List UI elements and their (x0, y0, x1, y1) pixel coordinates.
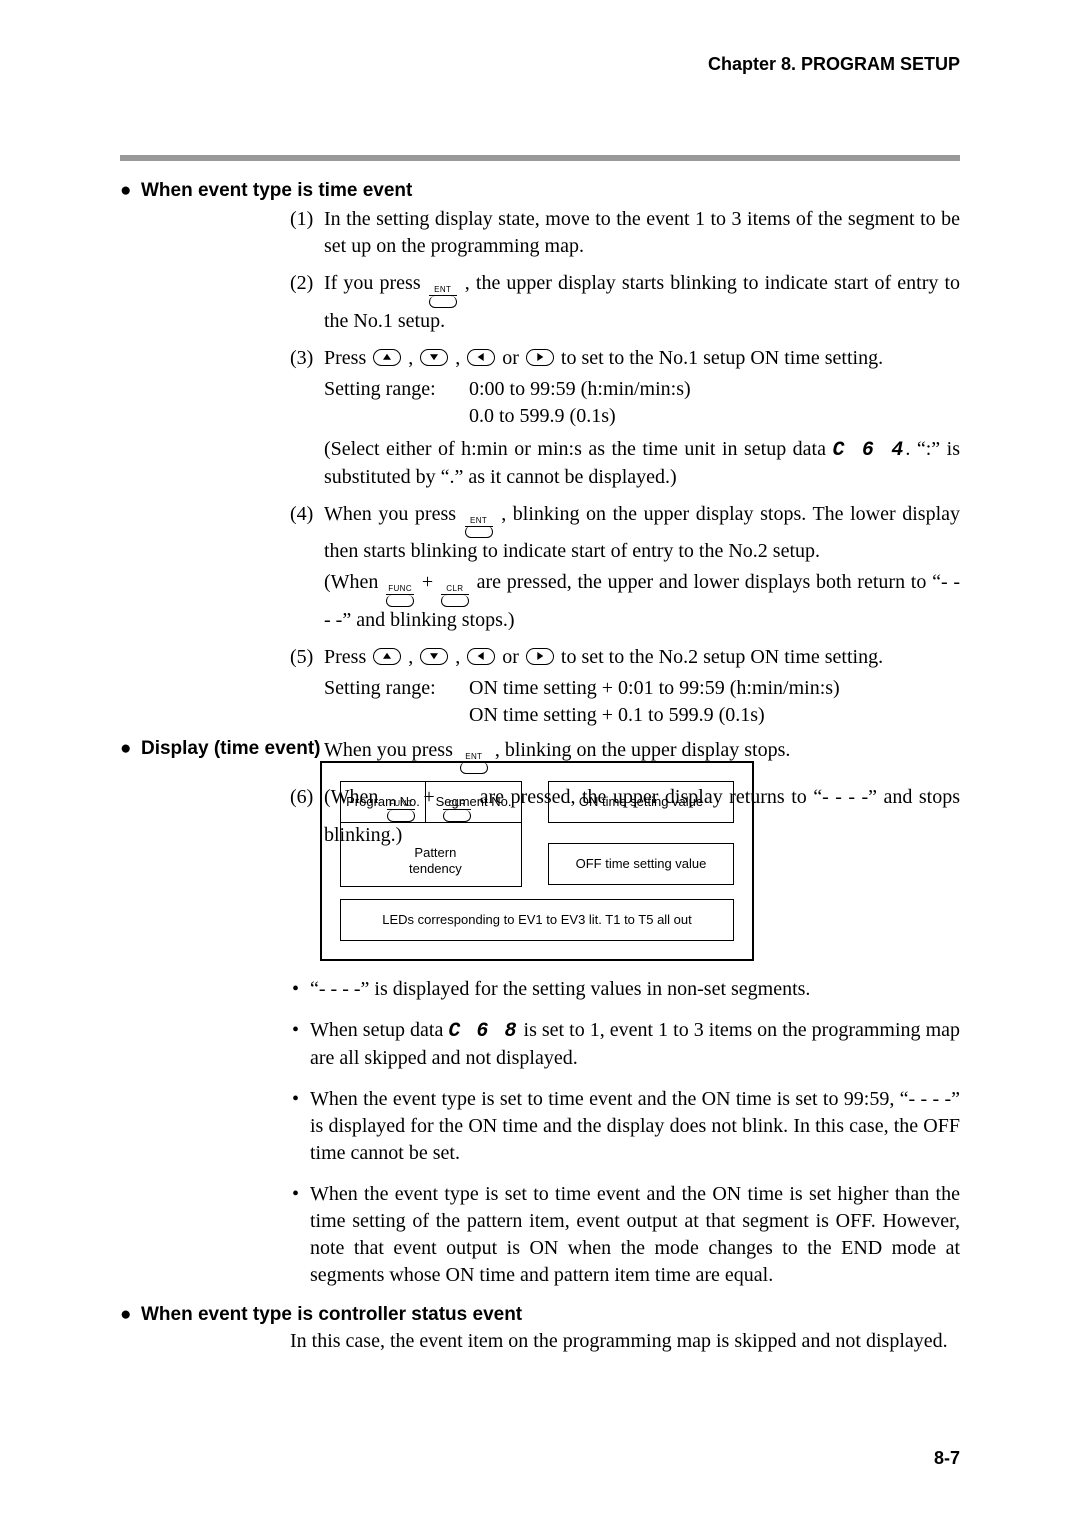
diagram-off-value: OFF time setting value (548, 843, 734, 885)
section-time-event-heading: ● When event type is time event (120, 178, 960, 204)
step-5: (5) Press , , or to set to the No.2 setu… (290, 644, 960, 671)
diagram-program-no: Program No. (341, 782, 425, 822)
diagram-leds-note: LEDs corresponding to EV1 to EV3 lit. T1… (340, 899, 734, 941)
down-key-icon (420, 648, 448, 665)
step-text: Press (324, 347, 371, 369)
step-3-note: (Select either of h:min or min:s as the … (324, 436, 960, 491)
ent-key-icon: ENT (465, 517, 493, 539)
list-item: “- - - -” is displayed for the setting v… (290, 976, 960, 1003)
note-text: When setup data (310, 1019, 448, 1041)
setting-range-row: Setting range: 0:00 to 99:59 (h:min/min:… (324, 376, 960, 403)
diagram-pattern-tendency: Pattern tendency (409, 836, 521, 886)
list-item: When the event type is set to time event… (290, 1181, 960, 1289)
step-number: (5) (290, 644, 313, 671)
setting-range-value: ON time setting + 0:01 to 99:59 (h:min/m… (469, 675, 840, 702)
down-key-icon (420, 349, 448, 366)
up-key-icon (373, 648, 401, 665)
display-notes: “- - - -” is displayed for the setting v… (290, 976, 960, 1303)
step-1: (1) In the setting display state, move t… (290, 206, 960, 260)
display-diagram: Program No. Segment No. Pattern tendency… (320, 761, 754, 961)
left-key-icon (467, 648, 495, 665)
setting-range-value: 0:00 to 99:59 (h:min/min:s) (469, 376, 691, 403)
clr-key-icon: CLR (441, 585, 469, 607)
step-text: When you press (324, 503, 463, 525)
step-text: to set to the No.1 setup ON time setting… (561, 347, 883, 369)
list-item: When the event type is set to time event… (290, 1086, 960, 1167)
section-display-heading: ● Display (time event) (120, 736, 960, 762)
setup-code: C 6 4 (832, 439, 905, 462)
step-number: (4) (290, 501, 313, 528)
body-text: In this case, the event item on the prog… (290, 1330, 948, 1352)
step-2: (2) If you press ENT , the upper display… (290, 270, 960, 335)
func-key-icon: FUNC (386, 585, 414, 607)
step-4: (4) When you press ENT , blinking on the… (290, 501, 960, 566)
right-key-icon (526, 648, 554, 665)
step-3: (3) Press , , or to set to the No.1 setu… (290, 345, 960, 372)
step-text: If you press (324, 272, 427, 294)
section-title: When event type is controller status eve… (141, 1304, 522, 1325)
diagram-left-box: Program No. Segment No. Pattern tendency (340, 781, 522, 887)
setting-range-row: 0.0 to 599.9 (0.1s) (324, 403, 960, 430)
up-key-icon (373, 349, 401, 366)
ent-key-icon: ENT (429, 286, 457, 308)
section-controller-status-heading: ● When event type is controller status e… (120, 1302, 960, 1328)
setting-range-label: Setting range: (324, 376, 464, 403)
note-text: are pressed, the upper and lower display… (324, 571, 960, 631)
page-header: Chapter 8. PROGRAM SETUP (708, 52, 960, 76)
note-text: (Select either of h:min or min:s as the … (324, 438, 832, 460)
step-text: In the setting display state, move to th… (324, 208, 960, 257)
setting-range-row: Setting range: ON time setting + 0:01 to… (324, 675, 960, 702)
diagram-segment-no: Segment No. (426, 782, 521, 822)
step-number: (6) (290, 784, 313, 811)
diagram-on-value: ON time setting value (548, 781, 734, 823)
setup-code: C 6 8 (448, 1020, 518, 1043)
header-rule (120, 155, 960, 161)
step-text: to set to the No.2 setup ON time setting… (561, 646, 883, 668)
step-number: (2) (290, 270, 313, 297)
step-text: Press (324, 646, 371, 668)
section-title: When event type is time event (141, 180, 412, 201)
setting-range-label: Setting range: (324, 675, 464, 702)
left-key-icon (467, 349, 495, 366)
section-3-body: In this case, the event item on the prog… (290, 1328, 960, 1355)
right-key-icon (526, 349, 554, 366)
page-number: 8-7 (934, 1446, 960, 1470)
section-title: Display (time event) (141, 738, 321, 759)
setting-range-value: 0.0 to 599.9 (0.1s) (469, 403, 616, 430)
step-number: (3) (290, 345, 313, 372)
diagram-right-boxes: ON time setting value OFF time setting v… (548, 781, 734, 885)
step-4-note: (When FUNC + CLR are pressed, the upper … (324, 569, 960, 634)
step-number: (1) (290, 206, 313, 233)
note-text: (When (324, 571, 384, 593)
setting-range-row: ON time setting + 0.1 to 599.9 (0.1s) (324, 702, 960, 729)
list-item: When setup data C 6 8 is set to 1, event… (290, 1017, 960, 1072)
setting-range-value: ON time setting + 0.1 to 599.9 (0.1s) (469, 702, 765, 729)
